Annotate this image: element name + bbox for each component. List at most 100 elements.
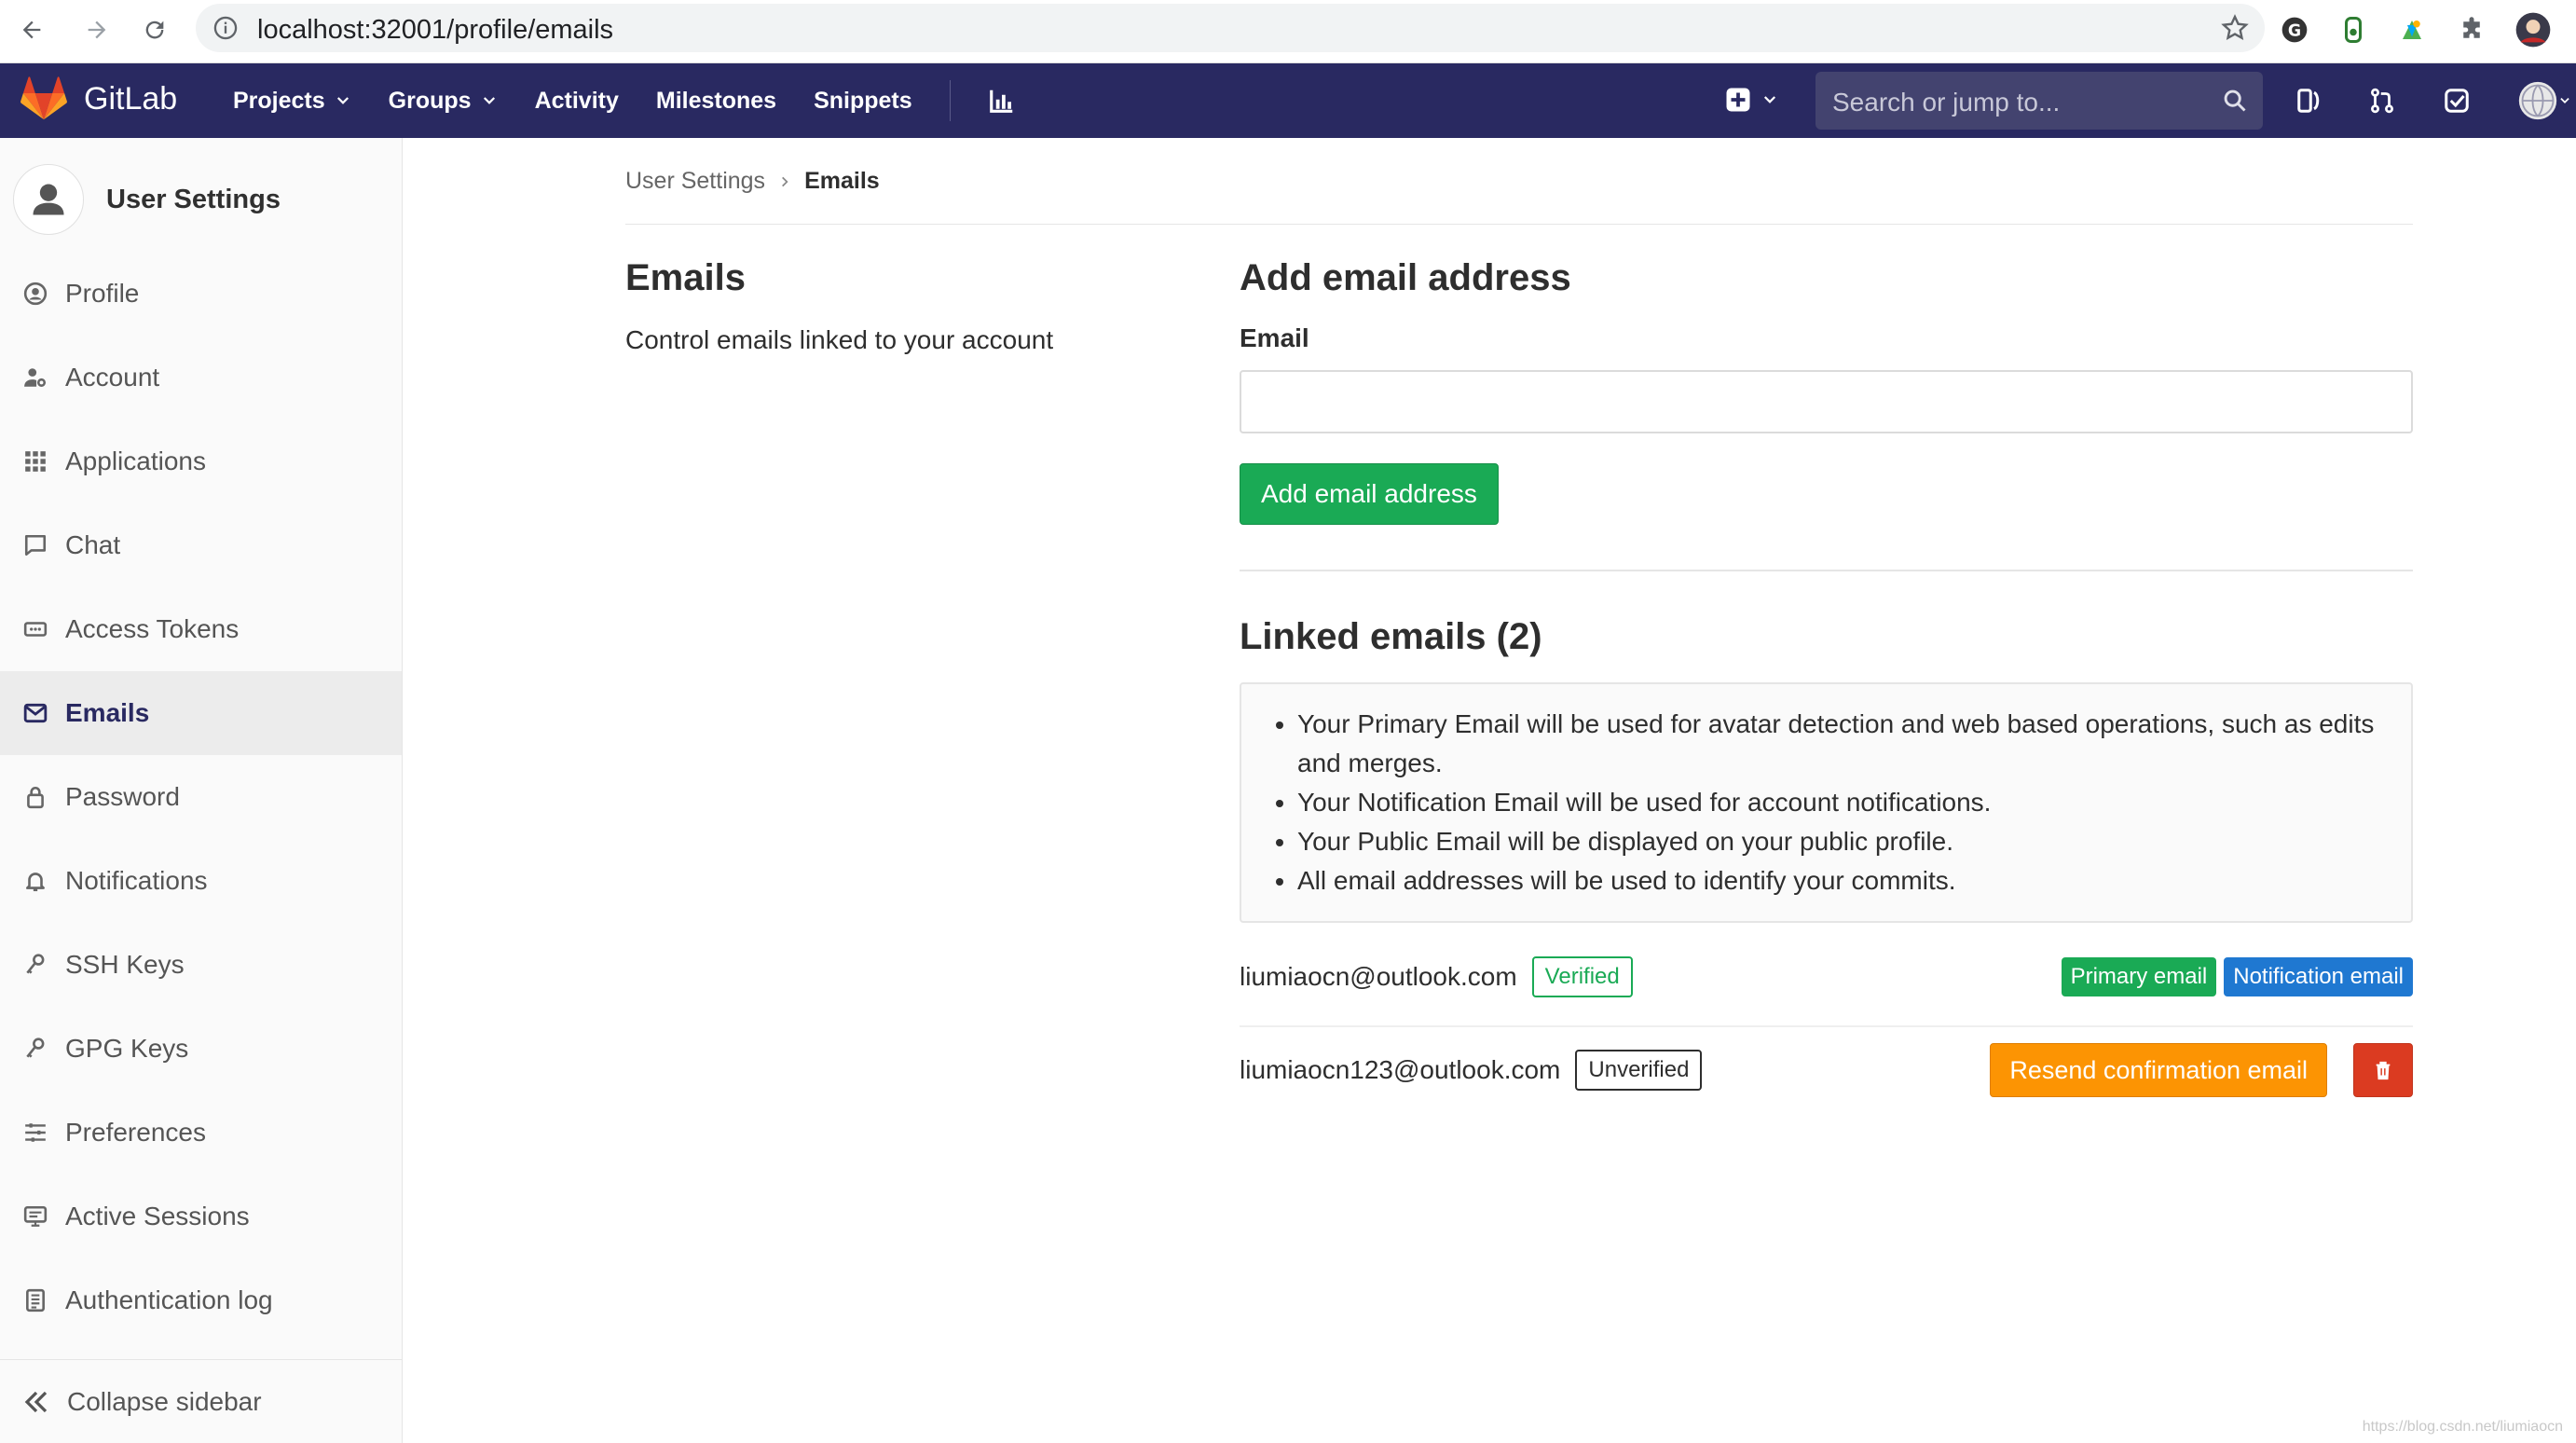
section-intro: Emails Control emails linked to your acc… [625, 257, 1185, 355]
top-nav: Projects Groups Activity Milestones Snip… [233, 63, 1053, 138]
email-row: liumiaocn123@outlook.com Unverified Rese… [1240, 1029, 2413, 1111]
email-field[interactable] [1240, 370, 2413, 433]
extension-green-icon[interactable] [2333, 9, 2374, 50]
key-icon [22, 1036, 48, 1062]
browser-toolbar: localhost:32001/profile/emails G [0, 0, 2576, 63]
double-chevron-left-icon [24, 1391, 48, 1412]
email-address: liumiaocn@outlook.com [1240, 962, 1517, 991]
nav-activity[interactable]: Activity [535, 88, 619, 115]
back-icon[interactable] [9, 7, 54, 52]
divider [1240, 570, 2413, 571]
url-text: localhost:32001/profile/emails [257, 15, 614, 45]
add-email-button[interactable]: Add email address [1240, 463, 1499, 525]
key-icon [22, 952, 48, 978]
chevron-down-icon [483, 97, 495, 104]
section-description: Control emails linked to your account [625, 325, 1054, 354]
breadcrumb-parent-link[interactable]: User Settings [625, 168, 765, 195]
sidebar-item-account[interactable]: Account [0, 336, 402, 419]
nav-analytics[interactable] [988, 87, 1016, 115]
sidebar-item-ssh-keys[interactable]: SSH Keys [0, 923, 402, 1007]
reload-icon[interactable] [132, 7, 177, 52]
add-email-title: Add email address [1240, 257, 1571, 298]
settings-sidebar: User Settings Profile Account Applicatio… [0, 138, 403, 1443]
primary-email-badge: Primary email [2061, 957, 2217, 996]
delete-email-button[interactable] [2353, 1043, 2413, 1097]
account-icon [22, 364, 48, 391]
sidebar-item-gpg-keys[interactable]: GPG Keys [0, 1007, 402, 1091]
collapse-sidebar-button[interactable]: Collapse sidebar [0, 1359, 402, 1443]
site-info-icon[interactable] [212, 15, 239, 46]
nav-groups[interactable]: Groups [389, 88, 498, 115]
nav-groups-label: Groups [388, 87, 472, 114]
verified-badge: Verified [1531, 956, 1633, 997]
browser-profile-avatar[interactable] [2513, 9, 2554, 50]
sidebar-item-label: Preferences [65, 1118, 206, 1147]
gitlab-logo[interactable]: GitLab [21, 76, 177, 121]
todos-icon[interactable] [2440, 84, 2473, 117]
forward-icon[interactable] [75, 7, 119, 52]
email-row: liumiaocn@outlook.com Verified Primary e… [1240, 936, 2413, 1018]
chevron-down-icon [2560, 98, 2569, 103]
email-info-list: Your Primary Email will be used for avat… [1297, 705, 2389, 900]
gitlab-header: GitLab Projects Groups Activity Mileston… [0, 63, 2576, 138]
search-icon [2224, 89, 2246, 112]
sidebar-item-preferences[interactable]: Preferences [0, 1091, 402, 1175]
sidebar-item-label: Emails [65, 698, 150, 727]
gitlab-tanuki-icon [21, 76, 67, 120]
sidebar-item-label: Notifications [65, 866, 208, 895]
section-title: Emails [625, 257, 746, 298]
sidebar-item-label: SSH Keys [65, 950, 185, 979]
issues-icon[interactable] [2293, 84, 2326, 117]
merge-requests-icon[interactable] [2365, 84, 2399, 117]
sidebar-item-emails[interactable]: Emails [0, 671, 402, 755]
email-row-badges: Primary email Notification email [2054, 936, 2413, 1018]
applications-icon [22, 448, 48, 474]
email-list: liumiaocn@outlook.com Verified Primary e… [1240, 936, 2413, 1122]
sidebar-item-label: Applications [65, 447, 206, 475]
trash-icon [2376, 1061, 2391, 1080]
nav-milestones[interactable]: Milestones [656, 88, 776, 115]
new-dropdown[interactable] [1724, 86, 1778, 114]
sidebar-item-label: Active Sessions [65, 1202, 250, 1230]
token-icon [22, 616, 48, 642]
user-avatar-dropdown[interactable] [2516, 81, 2572, 120]
sidebar-item-chat[interactable]: Chat [0, 503, 402, 587]
chevron-down-icon [1763, 96, 1776, 103]
chat-icon [22, 532, 48, 558]
sidebar-item-active-sessions[interactable]: Active Sessions [0, 1175, 402, 1258]
preferences-icon [22, 1120, 48, 1146]
nav-divider [949, 80, 951, 121]
breadcrumb-chevron-icon [778, 168, 791, 195]
log-icon [22, 1287, 48, 1313]
email-address: liumiaocn123@outlook.com [1240, 1055, 1561, 1084]
nav-projects[interactable]: Projects [233, 88, 351, 115]
extension-g-icon[interactable]: G [2274, 9, 2315, 50]
sidebar-header[interactable]: User Settings [13, 164, 281, 235]
nav-snippets[interactable]: Snippets [814, 88, 912, 115]
lock-icon [22, 784, 48, 810]
breadcrumb: User Settings Emails [625, 168, 880, 195]
extensions-puzzle-icon[interactable] [2451, 9, 2492, 50]
extension-colorful-icon[interactable] [2391, 9, 2432, 50]
bookmark-star-icon[interactable] [2220, 13, 2250, 48]
divider [625, 224, 2413, 225]
plus-square-icon [1726, 88, 1750, 112]
sidebar-item-label: Profile [65, 279, 140, 308]
search-input[interactable]: Search or jump to... [1816, 72, 2263, 130]
user-icon [33, 184, 64, 215]
info-item: All email addresses will be used to iden… [1297, 861, 2389, 900]
sidebar-item-applications[interactable]: Applications [0, 419, 402, 503]
bell-icon [22, 868, 48, 894]
sidebar-item-profile[interactable]: Profile [0, 252, 402, 336]
sidebar-item-access-tokens[interactable]: Access Tokens [0, 587, 402, 671]
chevron-down-icon [336, 97, 349, 104]
resend-confirmation-button[interactable]: Resend confirmation email [1990, 1043, 2327, 1097]
email-row-actions: Resend confirmation email [1990, 1029, 2413, 1111]
breadcrumb-current[interactable]: Emails [804, 168, 880, 195]
sidebar-item-password[interactable]: Password [0, 755, 402, 839]
email-info-box: Your Primary Email will be used for avat… [1240, 682, 2413, 923]
address-bar[interactable]: localhost:32001/profile/emails [196, 4, 2265, 52]
sidebar-item-label: Access Tokens [65, 614, 240, 643]
sidebar-item-authentication-log[interactable]: Authentication log [0, 1258, 402, 1342]
sidebar-item-notifications[interactable]: Notifications [0, 839, 402, 923]
